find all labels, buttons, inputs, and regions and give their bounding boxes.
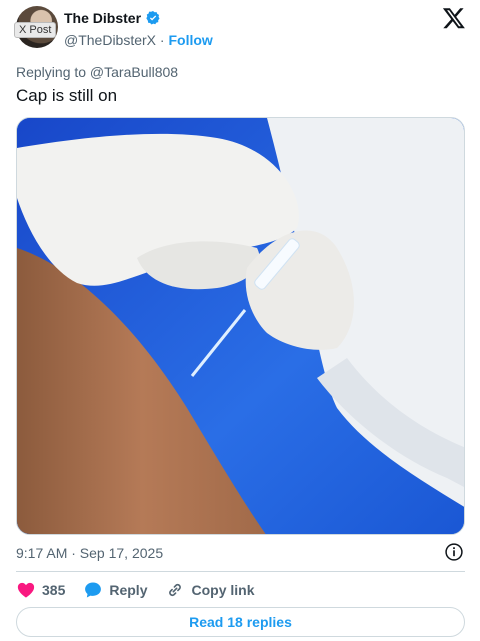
like-button[interactable]: 385	[16, 580, 65, 600]
follow-link[interactable]: Follow	[168, 32, 212, 48]
post-header: X Post The Dibster @TheDibsterX · Follow	[0, 0, 480, 60]
info-icon[interactable]	[444, 542, 464, 562]
reply-label: Reply	[109, 582, 148, 598]
author-name-row: The Dibster	[64, 10, 161, 26]
author-handle[interactable]: @TheDibsterX	[64, 32, 156, 48]
heart-icon	[17, 582, 35, 598]
x-post-badge: X Post	[14, 22, 57, 38]
action-bar: 385 Reply Copy link	[16, 578, 255, 602]
handle-separator: ·	[159, 32, 165, 48]
author-handle-row: @TheDibsterX · Follow	[64, 32, 213, 48]
x-logo-icon[interactable]	[442, 6, 466, 30]
replying-to-text[interactable]: Replying to @TaraBull808	[16, 64, 178, 80]
reply-button[interactable]: Reply	[83, 580, 147, 600]
post-media-image[interactable]	[16, 117, 465, 535]
vaccination-photo	[17, 118, 464, 534]
read-replies-button[interactable]: Read 18 replies	[16, 607, 465, 637]
like-count: 385	[42, 582, 66, 598]
verified-badge-icon	[146, 11, 160, 25]
divider	[16, 571, 465, 572]
copy-link-label: Copy link	[191, 582, 255, 598]
author-display-name[interactable]: The Dibster	[64, 10, 141, 26]
copy-link-button[interactable]: Copy link	[165, 580, 255, 600]
link-icon	[169, 583, 182, 597]
reply-bubble-icon	[85, 582, 102, 598]
post-timestamp[interactable]: 9:17 AM · Sep 17, 2025	[16, 545, 163, 561]
post-text: Cap is still on	[16, 86, 118, 105]
